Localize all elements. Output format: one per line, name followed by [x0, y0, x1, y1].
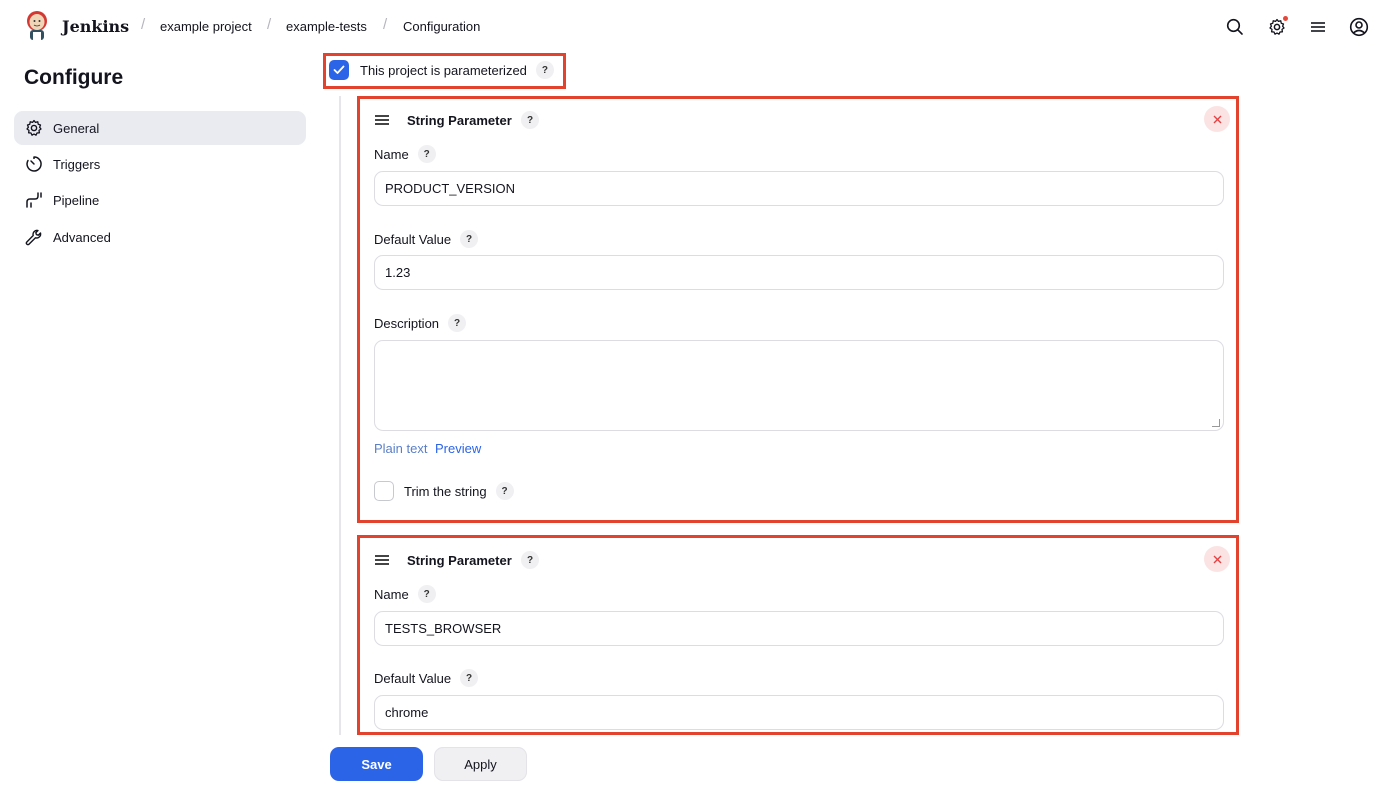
timer-icon [24, 154, 44, 174]
input-value: 1.23 [385, 265, 411, 280]
trim-string-option[interactable]: Trim the string ? [374, 481, 514, 501]
settings-icon[interactable] [1266, 16, 1288, 38]
top-header: Jenkins / example project / example-test… [0, 0, 1400, 54]
input-value: PRODUCT_VERSION [385, 181, 516, 196]
name-input[interactable]: TESTS_BROWSER [374, 611, 1224, 646]
parameterized-option[interactable]: This project is parameterized ? [329, 60, 554, 80]
breadcrumb-example-project[interactable]: example project [160, 19, 252, 34]
resize-handle-icon[interactable] [1212, 419, 1220, 427]
sidebar-item-label: General [53, 120, 100, 136]
pipeline-icon [24, 190, 44, 210]
delete-parameter-button[interactable] [1204, 546, 1230, 572]
help-icon[interactable]: ? [417, 145, 436, 163]
default-value-label: Default Value ? [374, 230, 479, 248]
parameterized-label[interactable]: This project is parameterized [360, 63, 527, 78]
description-textarea[interactable] [374, 340, 1224, 431]
description-label: Description ? [374, 314, 467, 332]
breadcrumb-example-tests[interactable]: example-tests [286, 19, 367, 34]
parameterized-checkbox[interactable] [329, 60, 349, 80]
name-field-label: Name ? [374, 585, 436, 603]
apply-button[interactable]: Apply [434, 747, 527, 781]
trim-string-checkbox[interactable] [374, 481, 394, 501]
menu-icon[interactable] [1307, 16, 1329, 38]
gear-icon [24, 118, 44, 138]
breadcrumb-separator: / [141, 16, 146, 33]
input-value: chrome [385, 705, 429, 720]
jenkins-logo[interactable] [24, 10, 50, 42]
save-button[interactable]: Save [330, 747, 423, 781]
drag-handle-icon[interactable] [375, 555, 389, 565]
help-icon[interactable]: ? [448, 314, 467, 332]
label-text: Name [374, 586, 409, 602]
section-divider [339, 96, 341, 736]
help-icon[interactable]: ? [521, 551, 539, 569]
parameter-type-label: String Parameter [407, 113, 512, 128]
label-text: Default Value [374, 231, 452, 247]
sidebar-item-pipeline[interactable]: Pipeline [14, 183, 306, 217]
name-input[interactable]: PRODUCT_VERSION [374, 171, 1224, 206]
default-value-input[interactable]: 1.23 [374, 255, 1224, 290]
parameter-type-label: String Parameter [407, 553, 512, 568]
breadcrumb-separator: / [383, 16, 388, 33]
name-field-label: Name ? [374, 145, 436, 163]
default-value-label: Default Value ? [374, 669, 479, 687]
help-icon[interactable]: ? [460, 669, 479, 687]
sidebar-item-label: Triggers [53, 156, 101, 172]
default-value-input[interactable]: chrome [374, 695, 1224, 730]
wrench-icon [24, 227, 44, 247]
close-icon [1213, 115, 1221, 123]
sidebar-item-label: Pipeline [53, 192, 100, 208]
sidebar-item-general[interactable]: General [14, 111, 306, 145]
breadcrumb-separator: / [267, 16, 272, 33]
user-icon[interactable] [1348, 16, 1370, 38]
preview-link[interactable]: Preview [435, 441, 481, 456]
label-text: Default Value [374, 670, 452, 686]
trim-string-label[interactable]: Trim the string [404, 484, 487, 499]
input-value: TESTS_BROWSER [385, 621, 502, 636]
sidebar-item-label: Advanced [53, 229, 111, 245]
notification-dot [1283, 16, 1288, 21]
search-icon[interactable] [1224, 16, 1246, 38]
page-title: Configure [24, 66, 124, 89]
help-icon[interactable]: ? [535, 61, 554, 79]
sidebar-item-triggers[interactable]: Triggers [14, 147, 306, 181]
plain-text-link[interactable]: Plain text [374, 441, 427, 456]
label-text: Description [374, 315, 440, 331]
drag-handle-icon[interactable] [375, 115, 389, 125]
help-icon[interactable]: ? [417, 585, 436, 603]
breadcrumb-configuration[interactable]: Configuration [403, 19, 480, 34]
label-text: Name [374, 146, 409, 162]
highlight-box [357, 96, 1239, 523]
help-icon[interactable]: ? [460, 230, 479, 248]
close-icon [1213, 555, 1221, 563]
help-icon[interactable]: ? [495, 482, 514, 500]
brand-name[interactable]: Jenkins [62, 17, 129, 36]
help-icon[interactable]: ? [521, 111, 539, 129]
sidebar-item-advanced[interactable]: Advanced [14, 220, 306, 254]
delete-parameter-button[interactable] [1204, 106, 1230, 132]
